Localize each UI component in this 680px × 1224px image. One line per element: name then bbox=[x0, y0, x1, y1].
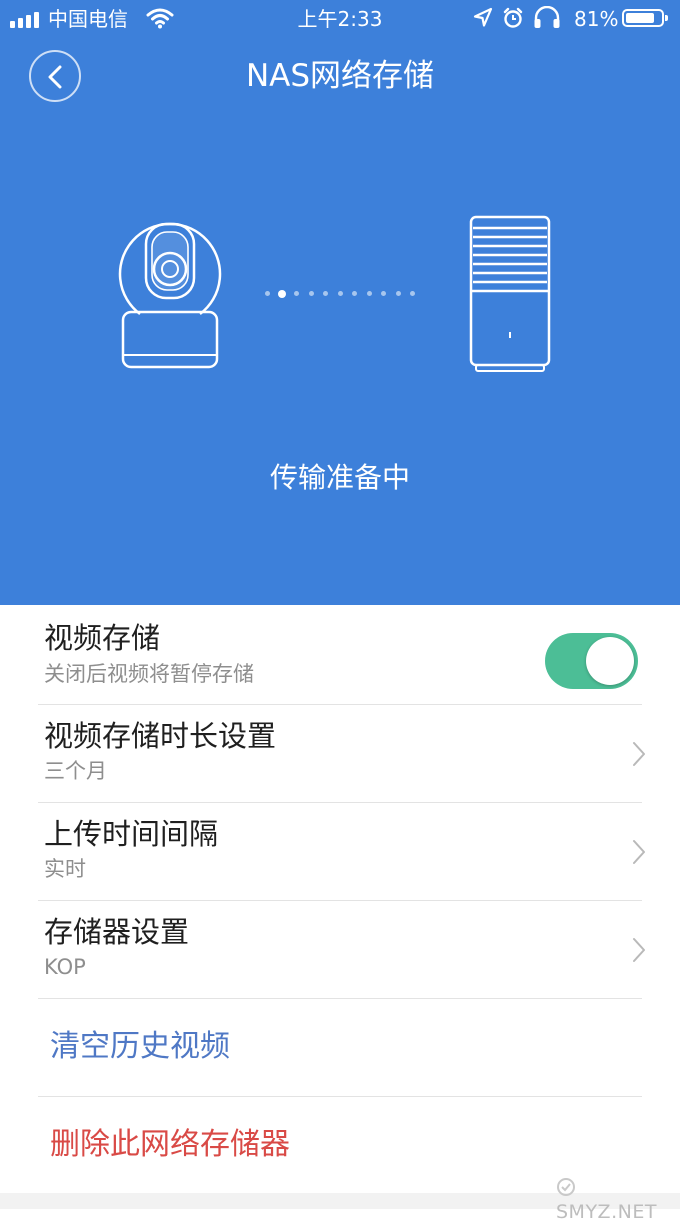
watermark: SMYZ.NET bbox=[556, 1176, 680, 1224]
delete-storage-button[interactable]: 删除此网络存储器 bbox=[38, 1096, 642, 1193]
video-storage-title: 视频存储 bbox=[44, 621, 161, 655]
chevron-right-icon bbox=[633, 840, 645, 864]
toggle-knob bbox=[586, 637, 634, 685]
upload-interval-title: 上传时间间隔 bbox=[44, 817, 219, 851]
nas-device-icon bbox=[469, 215, 551, 372]
progress-dot bbox=[294, 291, 299, 296]
progress-dot bbox=[323, 291, 328, 296]
battery-fill bbox=[626, 13, 654, 23]
transfer-status-text: 传输准备中 bbox=[269, 461, 410, 494]
upload-interval-row[interactable]: 上传时间间隔 实时 bbox=[38, 802, 645, 901]
transfer-progress-dots bbox=[262, 289, 422, 299]
headphones-icon bbox=[534, 6, 560, 28]
progress-dot bbox=[337, 291, 343, 296]
status-bar: 中国电信 上午2:33 81% bbox=[0, 0, 680, 38]
video-storage-subtitle: 关闭后视频将暂停存储 bbox=[44, 662, 254, 686]
clear-history-button[interactable]: 清空历史视频 bbox=[38, 998, 642, 1097]
upload-interval-value: 实时 bbox=[44, 857, 86, 881]
delete-storage-label: 删除此网络存储器 bbox=[50, 1127, 290, 1162]
retention-setting-row[interactable]: 视频存储时长设置 三个月 bbox=[38, 704, 645, 803]
battery-percentage: 81% bbox=[574, 7, 619, 31]
progress-dot-active bbox=[278, 290, 286, 298]
location-arrow-icon bbox=[473, 7, 493, 27]
watermark-text: SMYZ.NET bbox=[556, 1201, 657, 1223]
progress-dot bbox=[352, 291, 357, 296]
retention-value: 三个月 bbox=[44, 759, 107, 783]
clear-history-label: 清空历史视频 bbox=[50, 1029, 230, 1064]
storage-device-title: 存储器设置 bbox=[44, 915, 190, 949]
battery-icon bbox=[622, 9, 668, 27]
progress-dot bbox=[395, 291, 401, 296]
progress-dot bbox=[381, 291, 386, 296]
camera-icon bbox=[118, 222, 222, 369]
progress-dot bbox=[366, 291, 372, 296]
progress-dot bbox=[308, 291, 314, 296]
chevron-right-icon bbox=[633, 742, 645, 766]
storage-device-row[interactable]: 存储器设置 KOP bbox=[38, 900, 645, 999]
retention-title: 视频存储时长设置 bbox=[44, 719, 277, 753]
video-storage-row: 视频存储 关闭后视频将暂停存储 bbox=[38, 605, 642, 705]
header-hero: 中国电信 上午2:33 81% NAS网络存储 传输准备中 bbox=[0, 0, 680, 605]
video-storage-toggle[interactable] bbox=[545, 633, 638, 689]
progress-dot bbox=[265, 291, 270, 296]
alarm-icon bbox=[503, 7, 523, 28]
progress-dot bbox=[410, 291, 415, 296]
watermark-logo-icon bbox=[557, 1178, 575, 1196]
chevron-right-icon bbox=[633, 938, 645, 962]
page-title: NAS网络存储 bbox=[245, 58, 435, 94]
storage-device-value: KOP bbox=[44, 955, 86, 979]
